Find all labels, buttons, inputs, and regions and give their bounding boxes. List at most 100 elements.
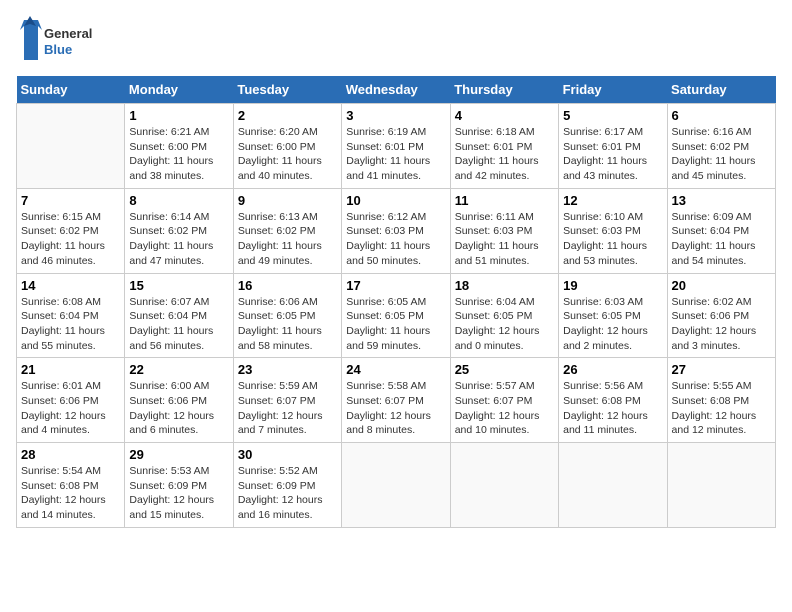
day-info: Sunrise: 6:19 AM Sunset: 6:01 PM Dayligh… <box>346 125 445 184</box>
day-cell <box>667 443 775 528</box>
day-cell: 1 Sunrise: 6:21 AM Sunset: 6:00 PM Daylig… <box>125 104 233 189</box>
day-number: 19 <box>563 278 662 293</box>
day-cell: 22Sunrise: 6:00 AM Sunset: 6:06 PM Dayli… <box>125 358 233 443</box>
day-cell: 5 Sunrise: 6:17 AM Sunset: 6:01 PM Daylig… <box>559 104 667 189</box>
day-cell: 26 Sunrise: 5:56 AM Sunset: 6:08 PM Dayli… <box>559 358 667 443</box>
column-headers: SundayMondayTuesdayWednesdayThursdayFrid… <box>17 76 776 104</box>
day-info: Sunrise: 6:14 AM Sunset: 6:02 PM Dayligh… <box>129 210 228 269</box>
day-cell: 15Sunrise: 6:07 AM Sunset: 6:04 PM Dayli… <box>125 273 233 358</box>
day-info: Sunrise: 6:21 AM Sunset: 6:00 PM Dayligh… <box>129 125 228 184</box>
logo-svg: General Blue <box>16 16 96 64</box>
day-info: Sunrise: 6:03 AM Sunset: 6:05 PM Dayligh… <box>563 295 662 354</box>
day-info: Sunrise: 6:06 AM Sunset: 6:05 PM Dayligh… <box>238 295 337 354</box>
day-info: Sunrise: 6:00 AM Sunset: 6:06 PM Dayligh… <box>129 379 228 438</box>
day-info: Sunrise: 6:20 AM Sunset: 6:00 PM Dayligh… <box>238 125 337 184</box>
col-header-saturday: Saturday <box>667 76 775 104</box>
col-header-thursday: Thursday <box>450 76 558 104</box>
day-cell: 16 Sunrise: 6:06 AM Sunset: 6:05 PM Dayli… <box>233 273 341 358</box>
day-number: 6 <box>672 108 771 123</box>
day-number: 15 <box>129 278 228 293</box>
day-cell: 30Sunrise: 5:52 AM Sunset: 6:09 PM Dayli… <box>233 443 341 528</box>
day-number: 12 <box>563 193 662 208</box>
day-info: Sunrise: 6:16 AM Sunset: 6:02 PM Dayligh… <box>672 125 771 184</box>
day-number: 25 <box>455 362 554 377</box>
logo: General Blue <box>16 16 96 64</box>
day-cell: 10 Sunrise: 6:12 AM Sunset: 6:03 PM Dayli… <box>342 188 450 273</box>
day-number: 18 <box>455 278 554 293</box>
day-number: 20 <box>672 278 771 293</box>
day-info: Sunrise: 6:13 AM Sunset: 6:02 PM Dayligh… <box>238 210 337 269</box>
day-number: 4 <box>455 108 554 123</box>
day-info: Sunrise: 6:17 AM Sunset: 6:01 PM Dayligh… <box>563 125 662 184</box>
header: General Blue <box>16 16 776 64</box>
svg-text:General: General <box>44 26 92 41</box>
day-cell: 20 Sunrise: 6:02 AM Sunset: 6:06 PM Dayli… <box>667 273 775 358</box>
day-info: Sunrise: 6:02 AM Sunset: 6:06 PM Dayligh… <box>672 295 771 354</box>
day-cell: 17Sunrise: 6:05 AM Sunset: 6:05 PM Dayli… <box>342 273 450 358</box>
week-row-1: 1 Sunrise: 6:21 AM Sunset: 6:00 PM Daylig… <box>17 104 776 189</box>
day-cell: 28 Sunrise: 5:54 AM Sunset: 6:08 PM Dayli… <box>17 443 125 528</box>
day-info: Sunrise: 6:09 AM Sunset: 6:04 PM Dayligh… <box>672 210 771 269</box>
day-info: Sunrise: 5:59 AM Sunset: 6:07 PM Dayligh… <box>238 379 337 438</box>
day-info: Sunrise: 6:12 AM Sunset: 6:03 PM Dayligh… <box>346 210 445 269</box>
day-number: 7 <box>21 193 120 208</box>
day-number: 1 <box>129 108 228 123</box>
day-cell: 3 Sunrise: 6:19 AM Sunset: 6:01 PM Daylig… <box>342 104 450 189</box>
day-info: Sunrise: 6:11 AM Sunset: 6:03 PM Dayligh… <box>455 210 554 269</box>
week-row-5: 28 Sunrise: 5:54 AM Sunset: 6:08 PM Dayli… <box>17 443 776 528</box>
week-row-2: 7 Sunrise: 6:15 AM Sunset: 6:02 PM Daylig… <box>17 188 776 273</box>
col-header-sunday: Sunday <box>17 76 125 104</box>
day-info: Sunrise: 5:52 AM Sunset: 6:09 PM Dayligh… <box>238 464 337 523</box>
day-cell: 18 Sunrise: 6:04 AM Sunset: 6:05 PM Dayli… <box>450 273 558 358</box>
day-number: 3 <box>346 108 445 123</box>
day-number: 29 <box>129 447 228 462</box>
day-info: Sunrise: 5:54 AM Sunset: 6:08 PM Dayligh… <box>21 464 120 523</box>
day-number: 17 <box>346 278 445 293</box>
day-cell: 6 Sunrise: 6:16 AM Sunset: 6:02 PM Daylig… <box>667 104 775 189</box>
day-info: Sunrise: 5:56 AM Sunset: 6:08 PM Dayligh… <box>563 379 662 438</box>
day-cell: 9 Sunrise: 6:13 AM Sunset: 6:02 PM Daylig… <box>233 188 341 273</box>
day-number: 21 <box>21 362 120 377</box>
calendar-body: 1 Sunrise: 6:21 AM Sunset: 6:00 PM Daylig… <box>17 104 776 528</box>
day-cell: 11 Sunrise: 6:11 AM Sunset: 6:03 PM Dayli… <box>450 188 558 273</box>
week-row-4: 21 Sunrise: 6:01 AM Sunset: 6:06 PM Dayli… <box>17 358 776 443</box>
day-number: 16 <box>238 278 337 293</box>
day-cell: 8 Sunrise: 6:14 AM Sunset: 6:02 PM Daylig… <box>125 188 233 273</box>
day-info: Sunrise: 5:58 AM Sunset: 6:07 PM Dayligh… <box>346 379 445 438</box>
day-number: 9 <box>238 193 337 208</box>
week-row-3: 14 Sunrise: 6:08 AM Sunset: 6:04 PM Dayli… <box>17 273 776 358</box>
day-number: 28 <box>21 447 120 462</box>
day-cell <box>450 443 558 528</box>
day-cell <box>342 443 450 528</box>
day-info: Sunrise: 6:15 AM Sunset: 6:02 PM Dayligh… <box>21 210 120 269</box>
day-info: Sunrise: 6:08 AM Sunset: 6:04 PM Dayligh… <box>21 295 120 354</box>
day-number: 23 <box>238 362 337 377</box>
day-number: 14 <box>21 278 120 293</box>
col-header-tuesday: Tuesday <box>233 76 341 104</box>
day-info: Sunrise: 6:04 AM Sunset: 6:05 PM Dayligh… <box>455 295 554 354</box>
day-number: 27 <box>672 362 771 377</box>
day-info: Sunrise: 6:18 AM Sunset: 6:01 PM Dayligh… <box>455 125 554 184</box>
day-number: 13 <box>672 193 771 208</box>
day-number: 11 <box>455 193 554 208</box>
day-number: 10 <box>346 193 445 208</box>
day-cell <box>559 443 667 528</box>
day-info: Sunrise: 5:57 AM Sunset: 6:07 PM Dayligh… <box>455 379 554 438</box>
day-cell: 13 Sunrise: 6:09 AM Sunset: 6:04 PM Dayli… <box>667 188 775 273</box>
day-info: Sunrise: 6:01 AM Sunset: 6:06 PM Dayligh… <box>21 379 120 438</box>
day-cell: 2Sunrise: 6:20 AM Sunset: 6:00 PM Daylig… <box>233 104 341 189</box>
calendar-table: SundayMondayTuesdayWednesdayThursdayFrid… <box>16 76 776 528</box>
day-cell: 4 Sunrise: 6:18 AM Sunset: 6:01 PM Daylig… <box>450 104 558 189</box>
day-cell: 19 Sunrise: 6:03 AM Sunset: 6:05 PM Dayli… <box>559 273 667 358</box>
day-cell: 29 Sunrise: 5:53 AM Sunset: 6:09 PM Dayli… <box>125 443 233 528</box>
day-cell: 14 Sunrise: 6:08 AM Sunset: 6:04 PM Dayli… <box>17 273 125 358</box>
day-number: 5 <box>563 108 662 123</box>
day-info: Sunrise: 5:53 AM Sunset: 6:09 PM Dayligh… <box>129 464 228 523</box>
day-number: 26 <box>563 362 662 377</box>
col-header-friday: Friday <box>559 76 667 104</box>
day-number: 8 <box>129 193 228 208</box>
day-info: Sunrise: 5:55 AM Sunset: 6:08 PM Dayligh… <box>672 379 771 438</box>
day-cell <box>17 104 125 189</box>
day-cell: 23 Sunrise: 5:59 AM Sunset: 6:07 PM Dayli… <box>233 358 341 443</box>
day-cell: 21 Sunrise: 6:01 AM Sunset: 6:06 PM Dayli… <box>17 358 125 443</box>
